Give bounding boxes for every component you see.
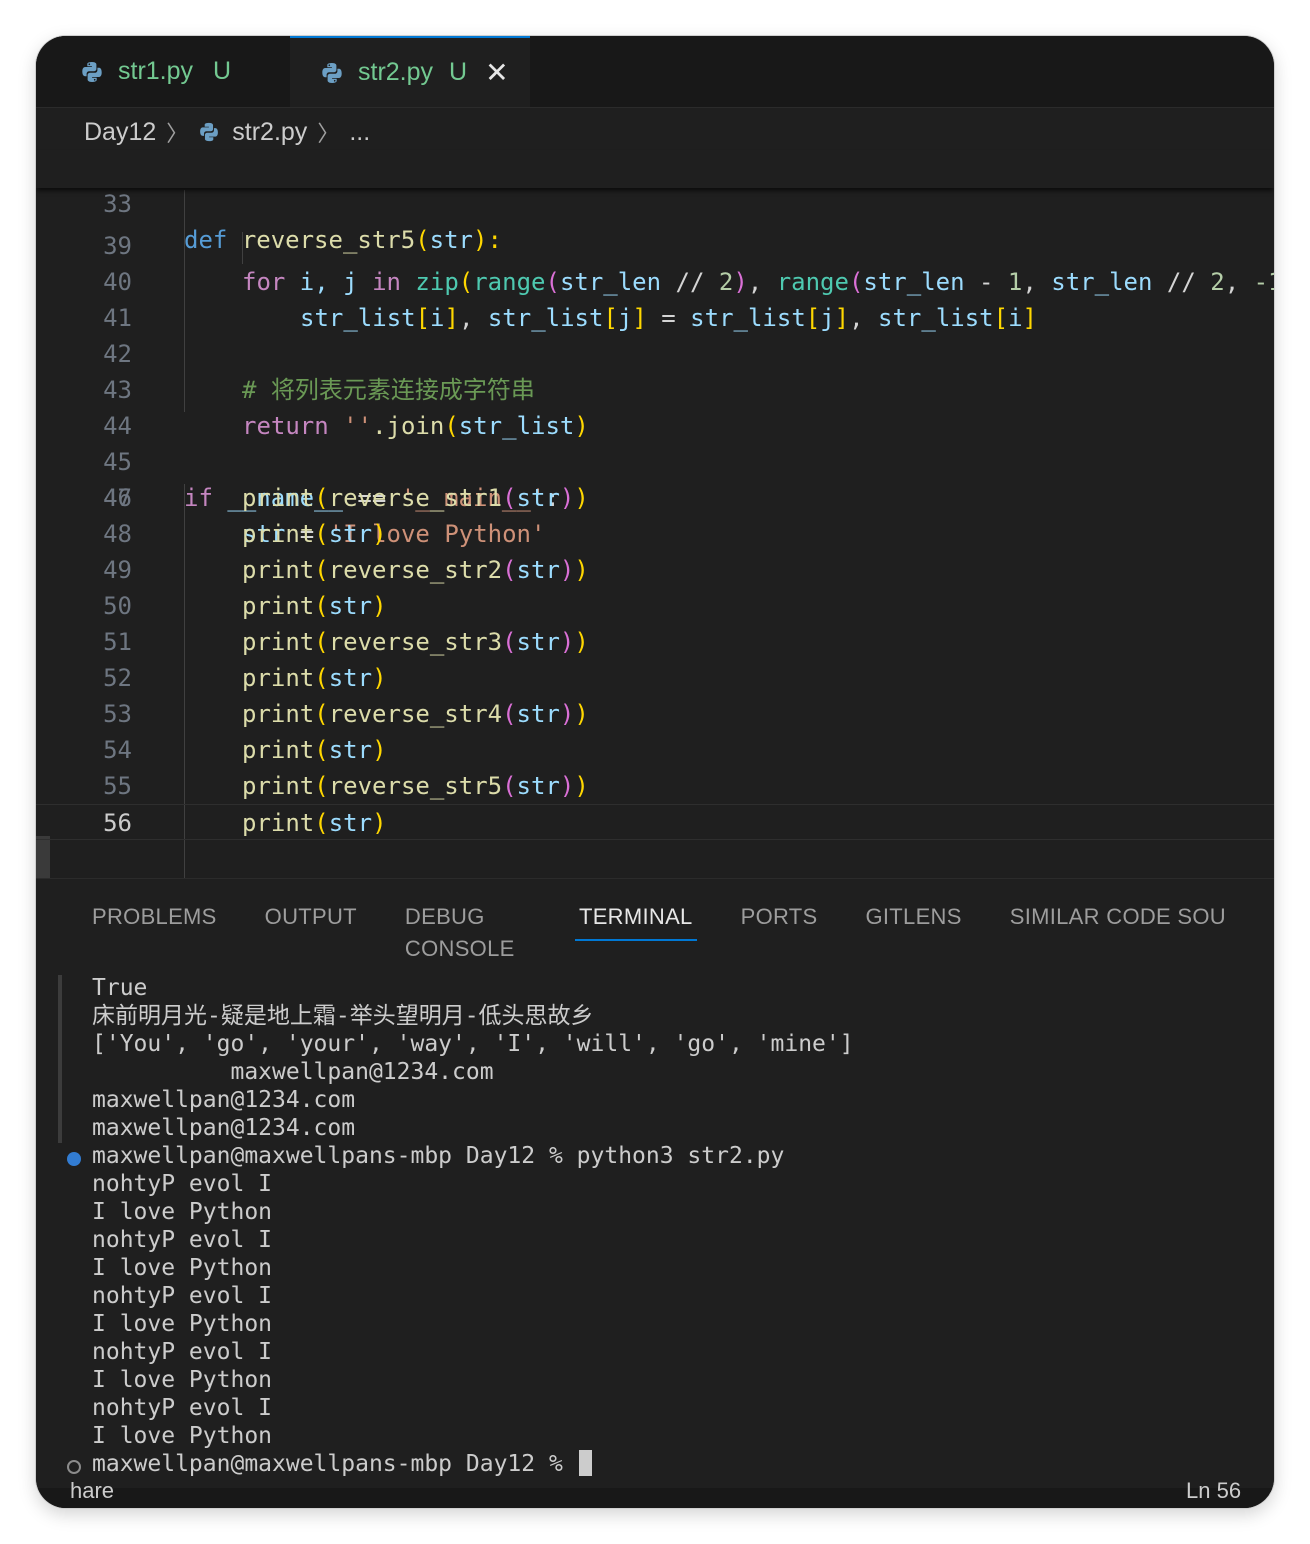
code-line: def reverse_str5(str): (184, 226, 502, 254)
code-line-50[interactable]: 50 print(str) (36, 588, 1274, 624)
line-number: 49 (103, 556, 132, 584)
terminal-line: I love Python (92, 1199, 273, 1225)
tab-similar-code[interactable]: SIMILAR CODE SOU (1010, 901, 1226, 941)
terminal-line: nohtyP evol I (92, 1395, 273, 1421)
line-number: 52 (103, 664, 132, 692)
code-line: print(reverse_str2(str)) (242, 556, 589, 584)
breadcrumb-folder[interactable]: Day12 (84, 118, 156, 147)
terminal-line: nohtyP evol I (92, 1227, 273, 1253)
terminal-line: maxwellpan@1234.com (92, 1087, 356, 1113)
breadcrumb: Day12 〉 str2.py 〉 ... (84, 114, 370, 150)
code-line-49[interactable]: 49 print(reverse_str2(str)) (36, 552, 1274, 588)
tab-ports[interactable]: PORTS (741, 901, 818, 941)
status-left-item[interactable]: hare (70, 1478, 114, 1504)
terminal-line: I love Python (92, 1311, 273, 1337)
code-line-44[interactable]: 44 (36, 372, 1274, 440)
code-line-56[interactable]: 56 print(str) (36, 804, 1274, 840)
tab-gitlens[interactable]: GITLENS (865, 901, 961, 941)
code-line-55[interactable]: 55 print(reverse_str5(str)) (36, 768, 1274, 804)
terminal-line: maxwellpan@maxwellpans-mbp Day12 % pytho… (92, 1143, 785, 1169)
tab-terminal[interactable]: TERMINAL (574, 901, 697, 941)
code-line-52[interactable]: 52 print(str) (36, 660, 1274, 696)
code-line-47[interactable]: 47 print(reverse_str1(str)) (36, 480, 1274, 516)
chevron-right-icon: 〉 (317, 121, 340, 146)
tab-str2[interactable]: str2.py U ✕ (290, 36, 530, 107)
code-line: print(str) (242, 592, 387, 620)
python-icon (200, 122, 219, 142)
code-line: print(reverse_str3(str)) (242, 628, 589, 656)
line-number: 54 (103, 736, 132, 764)
code-line: print(str) (242, 520, 387, 548)
line-number: 48 (103, 520, 132, 548)
code-line: print(str) (242, 809, 387, 837)
code-line-51[interactable]: 51 print(reverse_str3(str)) (36, 624, 1274, 660)
code-line-57[interactable]: 57 (36, 840, 1274, 908)
line-number: 33 (103, 190, 132, 218)
terminal-line: ['You', 'go', 'your', 'way', 'I', 'will'… (92, 1031, 854, 1057)
terminal-line: maxwellpan@1234.com (92, 1059, 494, 1085)
line-number: 47 (103, 484, 132, 512)
editor-tab-bar: str1.py U str2.py U ✕ (36, 36, 1274, 108)
terminal-line: 床前明月光-疑是地上霜-举头望明月-低头思故乡 (92, 1003, 594, 1029)
tab-str1[interactable]: str1.py U (36, 36, 290, 107)
code-line-45[interactable]: 45 if __name__ == '__main__': (36, 408, 1274, 512)
terminal-line: nohtyP evol I (92, 1283, 273, 1309)
terminal-line: maxwellpan@maxwellpans-mbp Day12 % (92, 1450, 854, 1478)
code-line-48[interactable]: 48 print(str) (36, 516, 1274, 552)
command-pending-dot[interactable] (67, 1460, 81, 1474)
code-line: print(str) (242, 736, 387, 764)
bottom-panel: PROBLEMS OUTPUT DEBUG CONSOLE TERMINAL P… (36, 878, 1274, 1508)
terminal-cursor (578, 1450, 592, 1476)
code-line-42[interactable]: 42 # 将列表元素连接成字符串 (36, 300, 1274, 404)
code-line-54[interactable]: 54 print(str) (36, 732, 1274, 768)
cursor-position[interactable]: Ln 56 (1186, 1478, 1241, 1504)
code-line: print(reverse_str5(str)) (242, 772, 589, 800)
untracked-badge: U (213, 57, 232, 85)
code-line: print(str) (242, 664, 387, 692)
chevron-right-icon: 〉 (166, 121, 189, 146)
terminal-line: I love Python (92, 1367, 273, 1393)
breadcrumb-file[interactable]: str2.py (232, 118, 307, 147)
close-icon[interactable]: ✕ (485, 56, 508, 89)
vscode-window: str1.py U str2.py U ✕ Day12 〉 str2.py 〉 … (36, 36, 1274, 1508)
panel-tabs: PROBLEMS OUTPUT DEBUG CONSOLE TERMINAL P… (92, 901, 1274, 961)
terminal-line: I love Python (92, 1423, 273, 1449)
line-number: 51 (103, 628, 132, 656)
sticky-scroll-line[interactable]: 33 def reverse_str5(str): (36, 150, 1274, 254)
terminal-line: True (92, 975, 148, 1001)
breadcrumb-more[interactable]: ... (349, 118, 370, 147)
untracked-badge: U (449, 58, 468, 86)
line-number: 55 (103, 772, 132, 800)
python-icon (322, 62, 342, 83)
terminal-line: I love Python (92, 1255, 273, 1281)
code-line: print(reverse_str4(str)) (242, 700, 589, 728)
code-line: print(reverse_str1(str)) (242, 484, 589, 512)
code-editor[interactable]: 33 def reverse_str5(str): 39 for i, j in… (36, 150, 1274, 908)
code-line-53[interactable]: 53 print(reverse_str4(str)) (36, 696, 1274, 732)
line-number: 53 (103, 700, 132, 728)
command-decoration-bar (58, 975, 62, 1143)
terminal-line: maxwellpan@1234.com (92, 1115, 356, 1141)
code-line-46[interactable]: 46 str = 'I love Python' (36, 444, 1274, 548)
terminal-line: nohtyP evol I (92, 1171, 273, 1197)
line-number: 56 (103, 809, 132, 837)
command-success-dot[interactable] (67, 1152, 81, 1166)
tab-output[interactable]: OUTPUT (265, 901, 357, 941)
tab-problems[interactable]: PROBLEMS (92, 901, 217, 941)
status-bar: hare Ln 56 (36, 1478, 1274, 1508)
code-line-43[interactable]: 43 return ''.join(str_list) (36, 336, 1274, 440)
tab-label: str1.py (118, 57, 194, 85)
tab-debug-console[interactable]: DEBUG CONSOLE (405, 901, 531, 961)
terminal-output[interactable]: True 床前明月光-疑是地上霜-举头望明月-低头思故乡 ['You', 'go',… (92, 974, 854, 1478)
tab-label: str2.py (358, 58, 434, 86)
code-line-41[interactable]: 41 (36, 264, 1274, 332)
terminal-line: nohtyP evol I (92, 1339, 273, 1365)
line-number: 50 (103, 592, 132, 620)
python-icon (82, 61, 102, 82)
